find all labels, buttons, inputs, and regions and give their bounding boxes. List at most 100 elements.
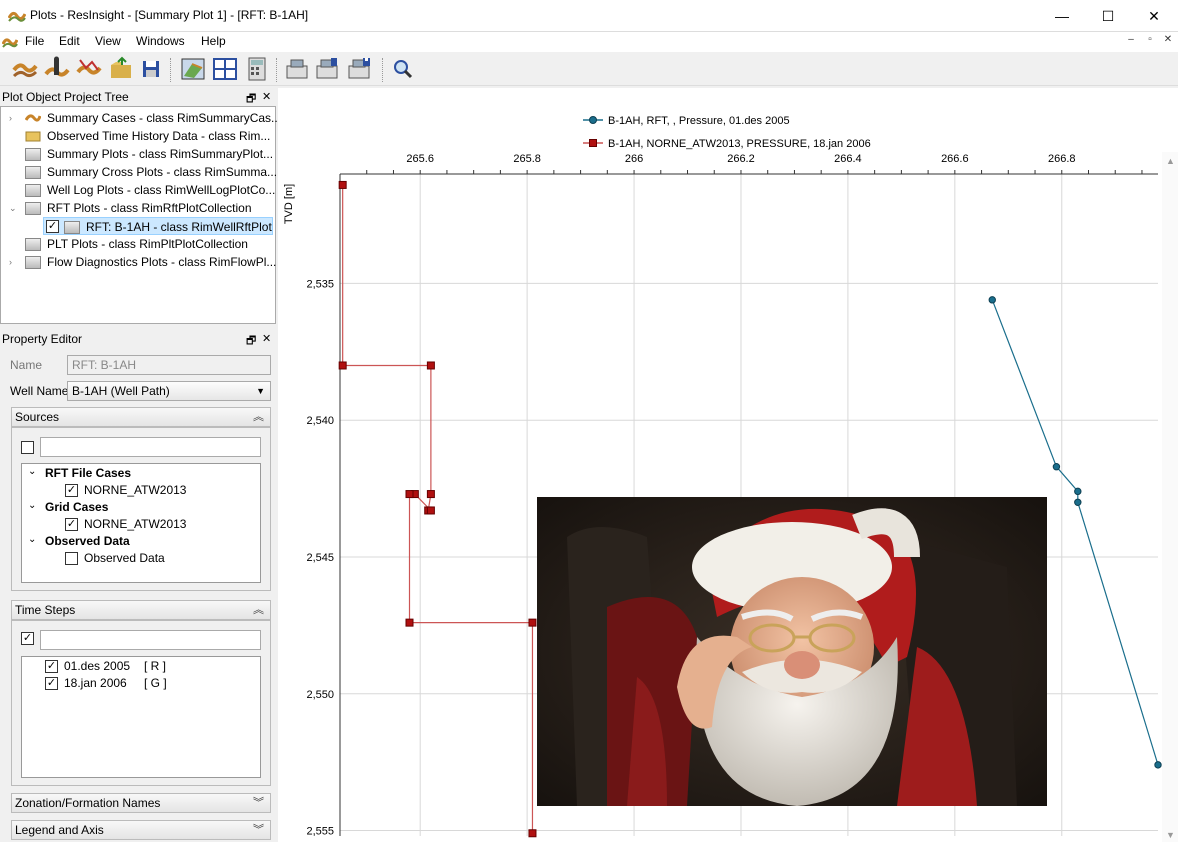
3d-view-icon[interactable]	[180, 56, 206, 82]
mdi-close-icon[interactable]: ✕	[1160, 34, 1176, 48]
zoom-icon[interactable]	[390, 56, 416, 82]
tree-item-rft-plots[interactable]: ⌄ RFT Plots - class RimRftPlotCollection	[1, 199, 275, 217]
tree-item-plt-plots[interactable]: PLT Plots - class RimPltPlotCollection	[1, 235, 275, 253]
source-label: NORNE_ATW2013	[84, 517, 187, 531]
expand-arrow-icon[interactable]: ›	[9, 109, 12, 127]
timestep-checkbox[interactable]: ✓	[45, 660, 58, 673]
expand-arrow-icon[interactable]: ›	[9, 253, 12, 271]
close-button[interactable]: ✕	[1131, 0, 1177, 32]
collapse-arrow-icon[interactable]: ⌄	[28, 500, 36, 511]
timestep-checkbox[interactable]: ✓	[45, 677, 58, 690]
maximize-button[interactable]: ☐	[1085, 0, 1131, 32]
resinsight-logo-icon	[8, 11, 26, 22]
property-editor: Name RFT: B-1AH Well Name B-1AH (Well Pa…	[0, 346, 276, 842]
data-point	[338, 180, 347, 189]
expand-chevron-icon[interactable]: ︾	[253, 821, 264, 839]
tree-item-label: PLT Plots - class RimPltPlotCollection	[47, 237, 248, 251]
timesteps-filter-input[interactable]	[40, 630, 261, 650]
tree-item-label: Well Log Plots - class RimWellLogPlotCo.…	[47, 183, 276, 197]
y-tick-label: 2,550	[306, 689, 334, 701]
expand-chevron-icon[interactable]: ︾	[253, 794, 264, 812]
timestep-label: 01.des 2005	[64, 659, 131, 673]
name-field[interactable]: RFT: B-1AH	[67, 355, 271, 375]
tree-item-label: Summary Plots - class RimSummaryPlot...	[47, 147, 274, 161]
source-checkbox-grid[interactable]: ✓	[65, 518, 78, 531]
menu-help[interactable]: Help	[201, 34, 226, 48]
y-tick-label: 2,535	[306, 278, 334, 290]
tree-item-label: Observed Time History Data - class Rim..…	[47, 129, 271, 143]
name-label: Name	[10, 358, 43, 372]
x-tick-label: 266.8	[1048, 153, 1076, 165]
timesteps-group-header[interactable]: Time Steps ︽	[11, 600, 271, 620]
mdi-restore-icon[interactable]: ▫	[1142, 34, 1158, 48]
tree-item-summary-cross-plots[interactable]: Summary Cross Plots - class RimSumma...	[1, 163, 277, 181]
tree-item-label: RFT: B-1AH - class RimWellRftPlot	[86, 220, 272, 234]
snapshot-to-file-icon[interactable]	[346, 56, 372, 82]
menu-edit[interactable]: Edit	[59, 34, 80, 48]
collapse-chevron-icon[interactable]: ︽	[253, 408, 264, 426]
legend-group-header[interactable]: Legend and Axis ︾	[11, 820, 271, 840]
collapse-arrow-icon[interactable]: ⌄	[9, 199, 17, 217]
mdi-minimize-icon[interactable]: –	[1123, 34, 1139, 48]
data-point	[1052, 463, 1061, 471]
tree-item-summary-plots[interactable]: Summary Plots - class RimSummaryPlot...	[1, 145, 275, 163]
snapshot-all-icon[interactable]	[314, 56, 340, 82]
well-log-plot-icon[interactable]	[76, 56, 102, 82]
panel-close-icon[interactable]: ✕	[262, 90, 271, 103]
scroll-up-icon: ▲	[1166, 156, 1175, 166]
sources-title: Sources	[15, 410, 60, 424]
plot-collection-icon	[25, 238, 41, 251]
menu-windows[interactable]: Windows	[136, 34, 185, 48]
calculator-icon[interactable]	[244, 56, 270, 82]
data-point	[426, 490, 435, 499]
app-menu-icon[interactable]	[2, 35, 18, 49]
tree-item-rft-b1ah[interactable]: ✓ RFT: B-1AH - class RimWellRftPlot	[43, 217, 273, 235]
open-folder-icon[interactable]	[108, 56, 134, 82]
snapshot-icon[interactable]	[284, 56, 310, 82]
data-point	[528, 829, 537, 838]
plot-collection-icon	[25, 148, 41, 161]
x-tick-label: 266.4	[834, 153, 862, 165]
source-checkbox-observed[interactable]	[65, 552, 78, 565]
collapse-arrow-icon[interactable]: ⌄	[28, 466, 36, 477]
tree-item-observed-data[interactable]: Observed Time History Data - class Rim..…	[1, 127, 275, 145]
sources-select-all-checkbox[interactable]	[21, 441, 34, 454]
plot-collection-icon	[25, 256, 41, 269]
summary-plot-icon[interactable]	[12, 56, 38, 82]
tree-item-flow-diagnostics[interactable]: › Flow Diagnostics Plots - class RimFlow…	[1, 253, 276, 271]
menu-view[interactable]: View	[95, 34, 121, 48]
toolbar-separator	[170, 58, 171, 82]
minimize-button[interactable]: —	[1039, 0, 1085, 32]
timestep-tag: [ R ]	[144, 659, 167, 673]
rft-plot-checkbox[interactable]: ✓	[46, 220, 59, 233]
tree-item-label: RFT Plots - class RimRftPlotCollection	[47, 201, 252, 215]
sources-group-header[interactable]: Sources ︽	[11, 407, 271, 427]
project-tree: › Summary Cases - class RimSummaryCas...…	[0, 106, 281, 324]
info-icon[interactable]	[44, 56, 70, 82]
sources-header-grid: Grid Cases	[45, 500, 109, 514]
x-tick-label: 266.2	[727, 153, 755, 165]
collapse-arrow-icon[interactable]: ⌄	[28, 534, 36, 545]
zonation-group-header[interactable]: Zonation/Formation Names ︾	[11, 793, 271, 813]
panel-close-icon[interactable]: ✕	[262, 332, 271, 345]
overlay-photo	[537, 497, 1047, 806]
tile-windows-icon[interactable]	[212, 56, 238, 82]
source-checkbox-rft[interactable]: ✓	[65, 484, 78, 497]
timesteps-select-all-checkbox[interactable]: ✓	[21, 632, 34, 645]
timestep-tag: [ G ]	[144, 676, 167, 690]
save-icon[interactable]	[138, 56, 164, 82]
timesteps-title: Time Steps	[15, 603, 76, 617]
tree-item-well-log-plots[interactable]: Well Log Plots - class RimWellLogPlotCo.…	[1, 181, 275, 199]
sources-filter-input[interactable]	[40, 437, 261, 457]
well-name-select[interactable]: B-1AH (Well Path) ▼	[67, 381, 271, 401]
well-name-label: Well Name	[10, 384, 69, 398]
y-tick-label: 2,555	[306, 826, 334, 838]
collapse-chevron-icon[interactable]: ︽	[253, 601, 264, 619]
window-title: Plots - ResInsight - [Summary Plot 1] - …	[30, 8, 309, 22]
legend-marker	[589, 116, 597, 124]
data-point	[1074, 487, 1082, 496]
x-tick-label: 265.8	[513, 153, 541, 165]
menu-file[interactable]: File	[25, 34, 44, 48]
tree-item-summary-cases[interactable]: › Summary Cases - class RimSummaryCas...	[1, 109, 281, 127]
folder-icon	[25, 131, 41, 142]
